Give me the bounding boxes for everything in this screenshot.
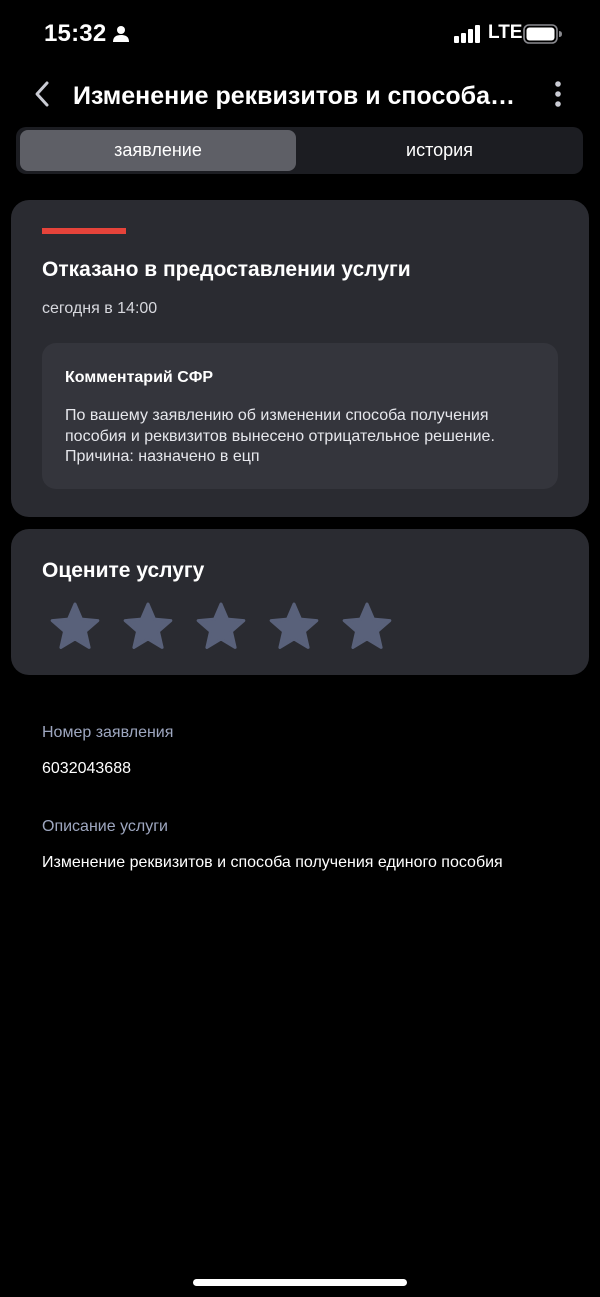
status-timestamp: сегодня в 14:00 (42, 300, 158, 317)
cellular-signal-icon (454, 25, 482, 43)
status-bar: 15:32 LTE (0, 0, 600, 68)
status-time: 15:32 (44, 20, 107, 47)
status-title: Отказано в предоставлении услуги (42, 258, 411, 281)
rating-title: Оцените услугу (42, 559, 205, 582)
star-icon[interactable] (267, 599, 321, 653)
header: Изменение реквизитов и способа получения… (0, 70, 600, 124)
person-icon (112, 25, 130, 43)
chevron-left-icon (32, 80, 52, 113)
comment-heading: Комментарий СФР (65, 369, 214, 386)
comment-text: По вашему заявлению об изменении способа… (65, 407, 495, 465)
star-icon[interactable] (121, 599, 175, 653)
network-type: LTE (488, 22, 523, 43)
back-button[interactable] (24, 78, 60, 114)
star-icon[interactable] (48, 599, 102, 653)
page-title: Изменение реквизитов и способа получения… (73, 82, 518, 110)
service-description: Изменение реквизитов и способа получения… (42, 854, 503, 871)
tab-application[interactable]: заявление (20, 130, 296, 171)
more-options-button[interactable] (540, 78, 576, 114)
battery-icon (523, 24, 563, 44)
tab-history[interactable]: история (300, 130, 579, 171)
status-card: Отказано в предоставлении услуги сегодня… (11, 200, 589, 517)
comment-box: Комментарий СФР По вашему заявлению об и… (42, 343, 558, 489)
service-description-label: Описание услуги (42, 818, 168, 835)
star-icon[interactable] (194, 599, 248, 653)
segmented-tabs: заявление история (16, 127, 583, 174)
rating-card: Оцените услугу (11, 529, 589, 675)
application-number: 6032043688 (42, 760, 131, 777)
star-icon[interactable] (340, 599, 394, 653)
application-number-label: Номер заявления (42, 724, 174, 741)
home-indicator (193, 1279, 407, 1286)
status-accent-bar (42, 228, 126, 234)
more-vertical-icon (553, 80, 563, 113)
